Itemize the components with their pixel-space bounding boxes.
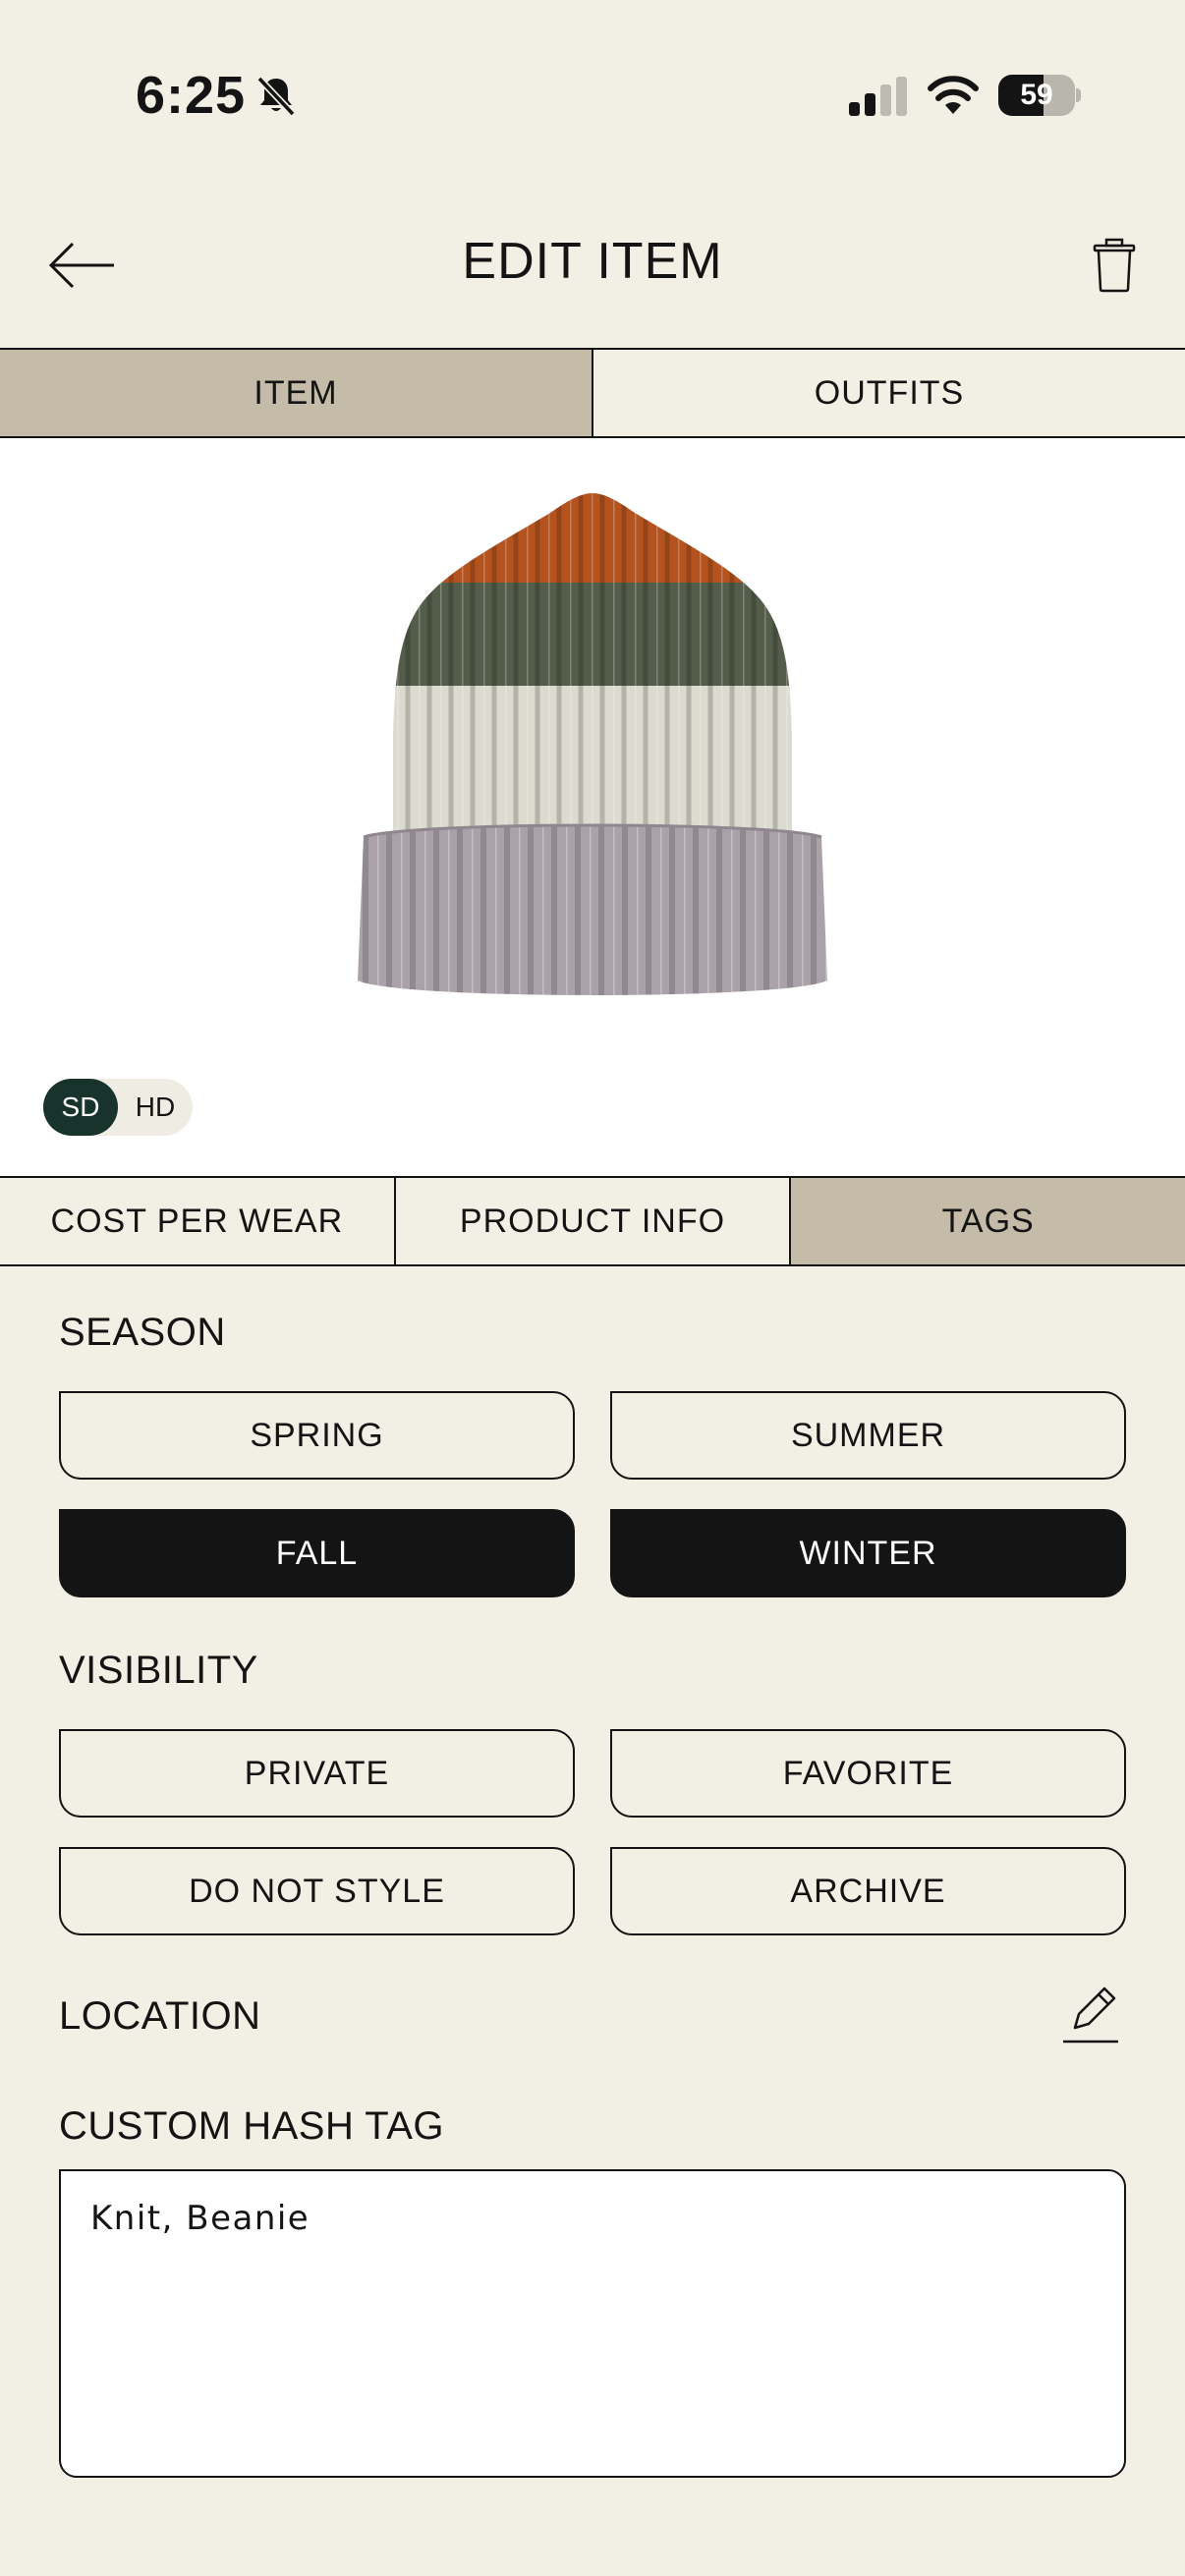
main-tabs: ITEM OUTFITS [0, 348, 1185, 438]
tab-tags[interactable]: TAGS [789, 1178, 1185, 1264]
custom-hash-tag-label: CUSTOM HASH TAG [59, 2104, 444, 2148]
tab-item[interactable]: ITEM [0, 350, 592, 436]
season-fall-button[interactable]: FALL [59, 1509, 575, 1597]
battery-level: 59 [1020, 79, 1053, 111]
tab-outfits[interactable]: OUTFITS [592, 350, 1185, 436]
season-spring-button[interactable]: SPRING [59, 1391, 575, 1480]
tab-product-info[interactable]: PRODUCT INFO [393, 1178, 790, 1264]
bell-slash-icon [256, 76, 296, 117]
season-label: SEASON [59, 1311, 226, 1354]
quality-sd-option[interactable]: SD [43, 1079, 118, 1136]
visibility-favorite-button[interactable]: FAVORITE [610, 1729, 1126, 1818]
detail-tabs: COST PER WEAR PRODUCT INFO TAGS [0, 1176, 1185, 1266]
pencil-icon[interactable] [1061, 1985, 1120, 2045]
trash-icon[interactable] [1089, 238, 1140, 293]
quality-hd-option[interactable]: HD [118, 1079, 193, 1136]
status-bar: 6:25 59 [0, 0, 1185, 187]
visibility-private-button[interactable]: PRIVATE [59, 1729, 575, 1818]
visibility-label: VISIBILITY [59, 1649, 258, 1692]
season-winter-button[interactable]: WINTER [610, 1509, 1126, 1597]
status-time: 6:25 [136, 66, 247, 125]
item-image-area: SD HD [0, 438, 1185, 1176]
visibility-do-not-style-button[interactable]: DO NOT STYLE [59, 1847, 575, 1935]
wifi-icon [928, 76, 979, 114]
season-summer-button[interactable]: SUMMER [610, 1391, 1126, 1480]
location-label: LOCATION [59, 1994, 261, 2038]
cellular-signal-icon [849, 77, 907, 116]
item-photo-beanie[interactable] [354, 489, 831, 1014]
visibility-archive-button[interactable]: ARCHIVE [610, 1847, 1126, 1935]
tab-cost-per-wear[interactable]: COST PER WEAR [0, 1178, 394, 1264]
custom-hash-tag-input[interactable]: Knit, Beanie [59, 2169, 1126, 2478]
page-title: EDIT ITEM [462, 233, 723, 290]
battery-icon: 59 [998, 75, 1081, 118]
image-quality-toggle: SD HD [43, 1079, 193, 1136]
